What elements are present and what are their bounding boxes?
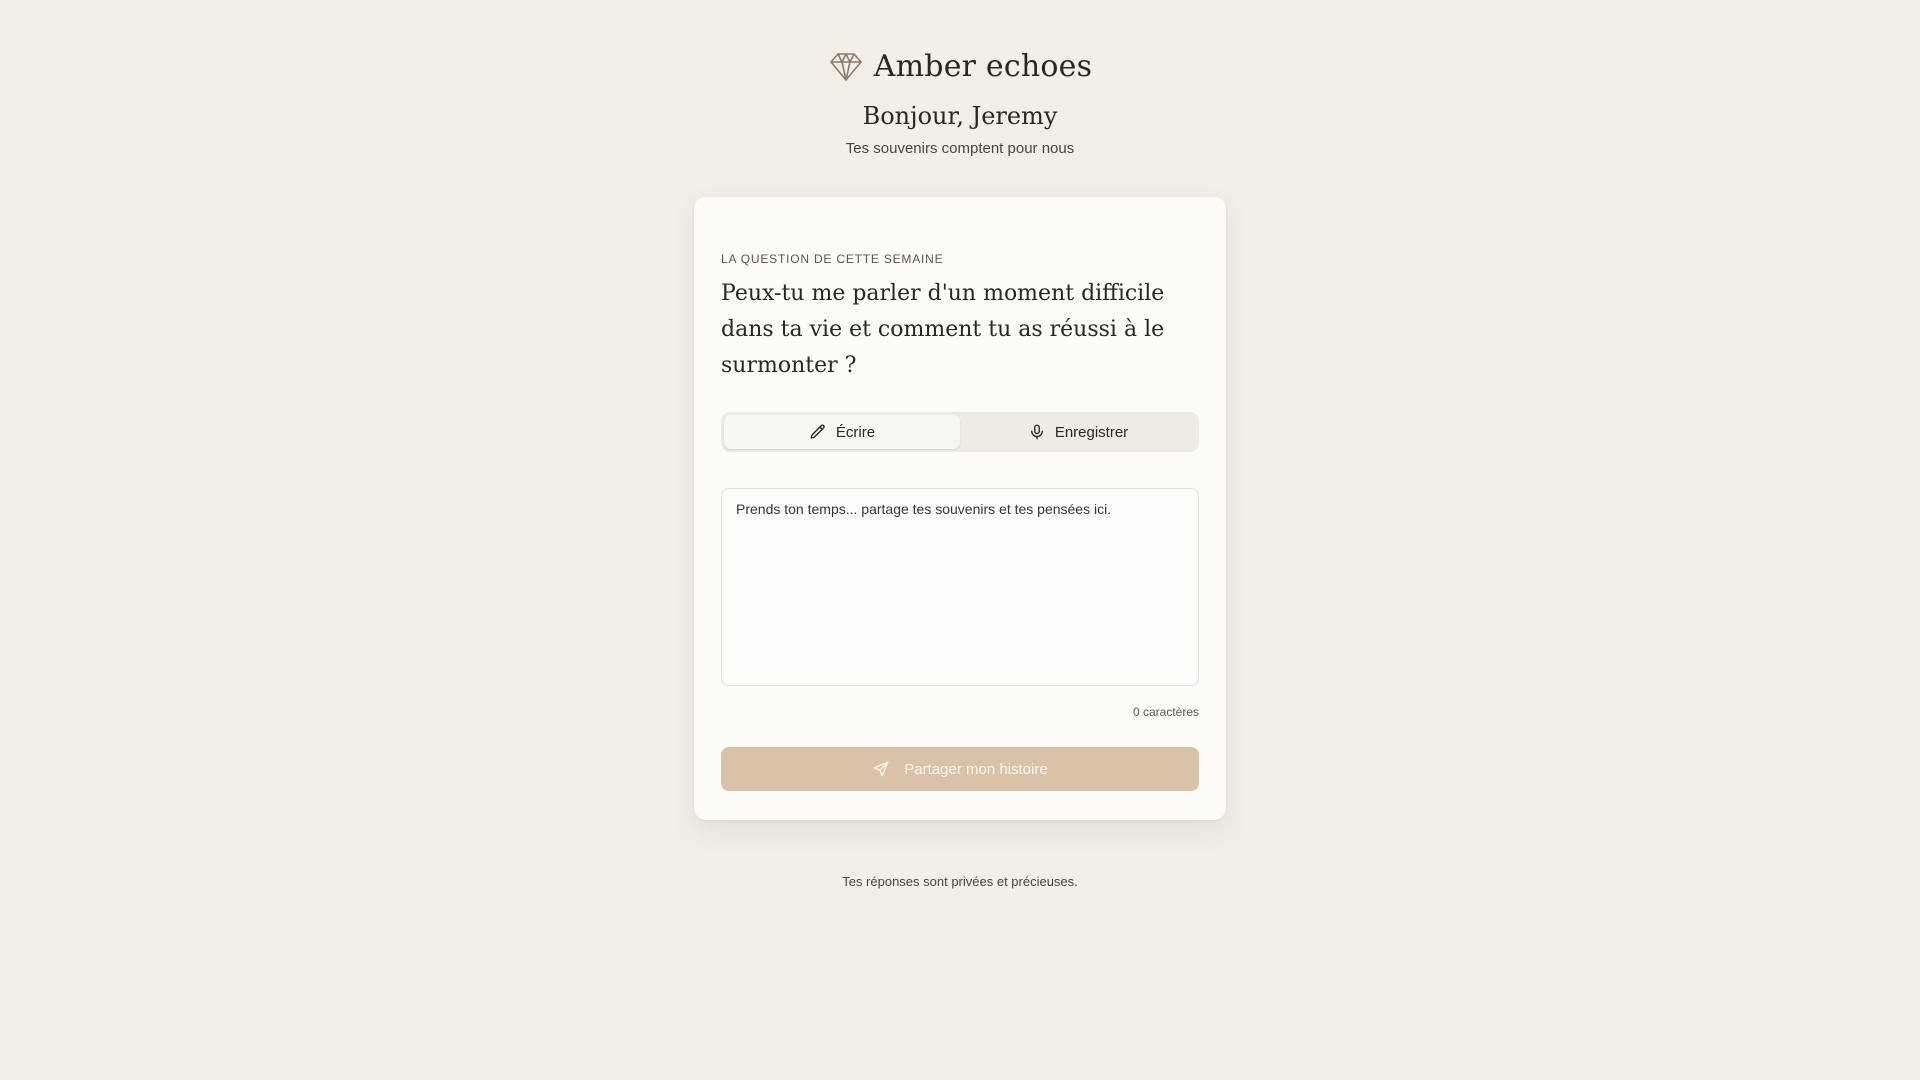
greeting: Bonjour, Jeremy [862,102,1058,130]
write-mode-label: Écrire [835,423,876,441]
record-mode-label: Enregistrer [1054,423,1129,441]
brand-name: Amber echoes [873,48,1093,84]
brand-header: Amber echoes [0,48,1920,84]
question-card: La question de cette semaine Peux-tu me … [694,197,1226,820]
diamond-icon [828,48,864,84]
subtitle: Tes souvenirs comptent pour nous [845,140,1075,157]
section-label: La question de cette semaine [721,252,944,266]
page: Amber echoes Bonjour, Jeremy Tes souveni… [0,0,1920,1080]
character-count: 0 caractères [1132,705,1199,719]
share-story-button[interactable]: Partager mon histoire [721,747,1199,791]
pencil-icon [809,423,827,441]
microphone-icon [1028,423,1046,441]
write-mode-button[interactable]: Écrire [724,415,960,449]
share-story-label: Partager mon histoire [904,760,1048,778]
record-mode-button[interactable]: Enregistrer [960,415,1196,449]
privacy-note: Tes réponses sont privées et précieuses. [842,874,1078,889]
weekly-question: Peux-tu me parler d'un moment difficile … [721,281,1165,378]
story-textarea[interactable] [721,488,1199,686]
send-icon [872,760,890,778]
mode-toggle: Écrire Enregistrer [721,412,1199,452]
